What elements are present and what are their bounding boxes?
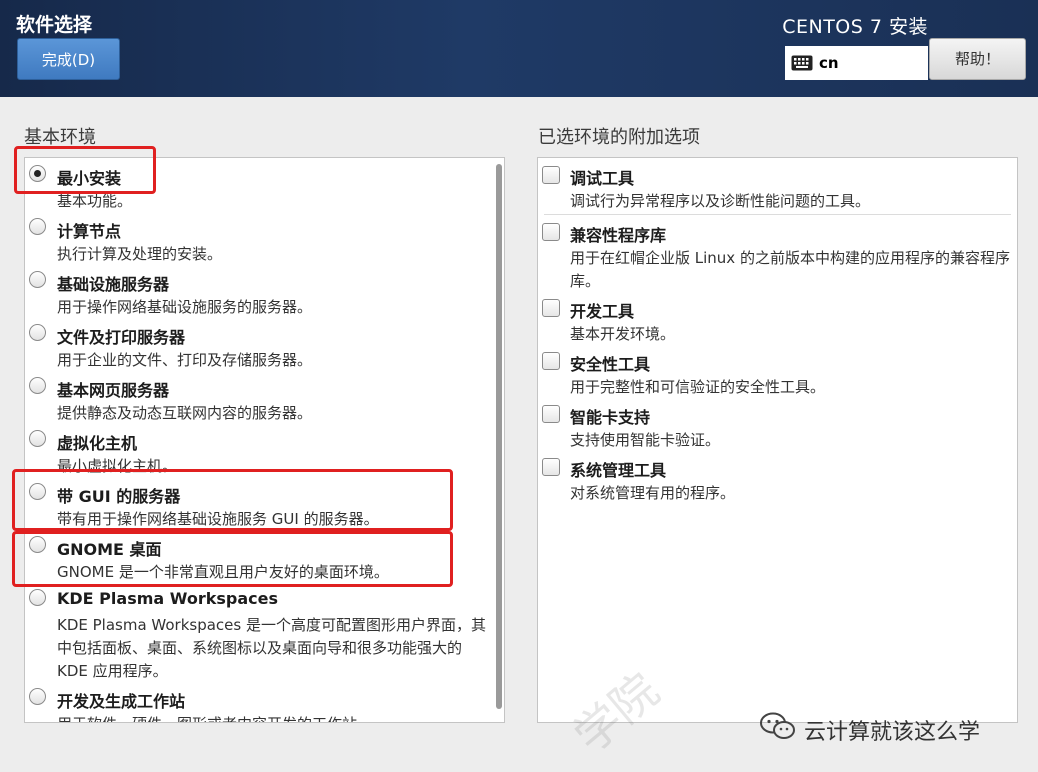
env-item-kde-plasma[interactable]: KDE Plasma Workspaces KDE Plasma Workspa… (25, 585, 495, 683)
env-list-scrollbar[interactable] (496, 164, 502, 709)
env-label: 基础设施服务器 (57, 275, 170, 294)
addon-checkbox-debugging-tools[interactable] (542, 166, 560, 184)
env-desc: 执行计算及处理的安装。 (57, 245, 223, 263)
keyboard-layout-indicator[interactable]: cn (785, 46, 928, 80)
addon-checkbox-dev-tools[interactable] (542, 299, 560, 317)
env-item-compute-node[interactable]: 计算节点 执行计算及处理的安装。 (25, 214, 495, 266)
addon-label: 调试工具 (570, 169, 635, 188)
addon-label: 开发工具 (570, 302, 635, 321)
keyboard-layout-label: cn (819, 54, 839, 72)
addon-item-security-tools[interactable]: 安全性工具 用于完整性和可信验证的安全性工具。 (538, 347, 1008, 399)
env-desc: 用于操作网络基础设施服务的服务器。 (57, 298, 313, 316)
env-desc: KDE Plasma Workspaces 是一个高度可配置图形用户界面，其中包… (57, 616, 486, 680)
env-radio-dev-workstation[interactable] (29, 688, 46, 705)
addon-item-smartcard-support[interactable]: 智能卡支持 支持使用智能卡验证。 (538, 400, 1008, 452)
env-item-web-server[interactable]: 基本网页服务器 提供静态及动态互联网内容的服务器。 (25, 373, 495, 425)
addon-item-debugging-tools[interactable]: 调试工具 调试行为异常程序以及诊断性能问题的工具。 (538, 161, 1008, 213)
wechat-logo-icon (760, 712, 796, 740)
addon-label: 智能卡支持 (570, 408, 651, 427)
env-label: KDE Plasma Workspaces (57, 589, 278, 608)
env-label: 计算节点 (57, 222, 122, 241)
addons-title: 已选环境的附加选项 (538, 127, 700, 148)
env-radio-file-print-server[interactable] (29, 324, 46, 341)
addon-label: 安全性工具 (570, 355, 651, 374)
env-item-file-print-server[interactable]: 文件及打印服务器 用于企业的文件、打印及存储服务器。 (25, 320, 495, 372)
addon-desc: 用于在红帽企业版 Linux 的之前版本中构建的应用程序的兼容程序库。 (570, 249, 1010, 290)
env-item-infrastructure-server[interactable]: 基础设施服务器 用于操作网络基础设施服务的服务器。 (25, 267, 495, 319)
env-label: 开发及生成工作站 (57, 692, 186, 711)
env-radio-web-server[interactable] (29, 377, 46, 394)
watermark-text: 云计算就该这么学 (804, 720, 981, 745)
help-button[interactable]: 帮助！ (929, 38, 1026, 80)
product-title: CENTOS 7 安装 (782, 16, 928, 38)
addon-checkbox-system-admin-tools[interactable] (542, 458, 560, 476)
env-radio-kde-plasma[interactable] (29, 589, 46, 606)
addon-desc: 调试行为异常程序以及诊断性能问题的工具。 (570, 192, 871, 210)
addon-desc: 支持使用智能卡验证。 (570, 431, 721, 449)
env-label: 文件及打印服务器 (57, 328, 186, 347)
addon-item-compat-libraries[interactable]: 兼容性程序库 用于在红帽企业版 Linux 的之前版本中构建的应用程序的兼容程序… (538, 218, 1010, 294)
addon-item-dev-tools[interactable]: 开发工具 基本开发环境。 (538, 294, 1008, 346)
addon-divider (544, 214, 1011, 215)
done-button[interactable]: 完成(D) (17, 38, 120, 80)
env-radio-compute-node[interactable] (29, 218, 46, 235)
addon-desc: 对系统管理有用的程序。 (570, 484, 736, 502)
addon-desc: 基本开发环境。 (570, 325, 676, 343)
env-desc: 提供静态及动态互联网内容的服务器。 (57, 404, 313, 422)
env-desc: 用于软件、硬件、图形或者内容开发的工作站。 (57, 713, 497, 722)
env-item-dev-workstation[interactable]: 开发及生成工作站 用于软件、硬件、图形或者内容开发的工作站。 (25, 684, 497, 722)
addon-checkbox-security-tools[interactable] (542, 352, 560, 370)
annotation-box-gnome (12, 531, 453, 587)
page-title: 软件选择 (16, 14, 93, 36)
addon-desc: 用于完整性和可信验证的安全性工具。 (570, 378, 826, 396)
addon-item-system-admin-tools[interactable]: 系统管理工具 对系统管理有用的程序。 (538, 453, 1008, 505)
addon-checkbox-compat-libraries[interactable] (542, 223, 560, 241)
annotation-box-minimal (14, 146, 156, 194)
env-label: 虚拟化主机 (57, 434, 138, 453)
addons-list[interactable]: 调试工具 调试行为异常程序以及诊断性能问题的工具。 兼容性程序库 用于在红帽企业… (537, 157, 1018, 723)
base-environment-list[interactable]: 最小安装 基本功能。 计算节点 执行计算及处理的安装。 基础设施服务器 用于操作… (24, 157, 505, 723)
env-label: 基本网页服务器 (57, 381, 170, 400)
addon-label: 系统管理工具 (570, 461, 667, 480)
annotation-box-server-gui (12, 469, 453, 531)
addon-label: 兼容性程序库 (570, 226, 667, 245)
env-desc: 用于企业的文件、打印及存储服务器。 (57, 351, 313, 369)
keyboard-icon (791, 55, 813, 71)
env-radio-virtualization-host[interactable] (29, 430, 46, 447)
header-bar: 软件选择 完成(D) CENTOS 7 安装 cn 帮助！ (0, 0, 1038, 97)
env-radio-infrastructure-server[interactable] (29, 271, 46, 288)
addon-checkbox-smartcard-support[interactable] (542, 405, 560, 423)
